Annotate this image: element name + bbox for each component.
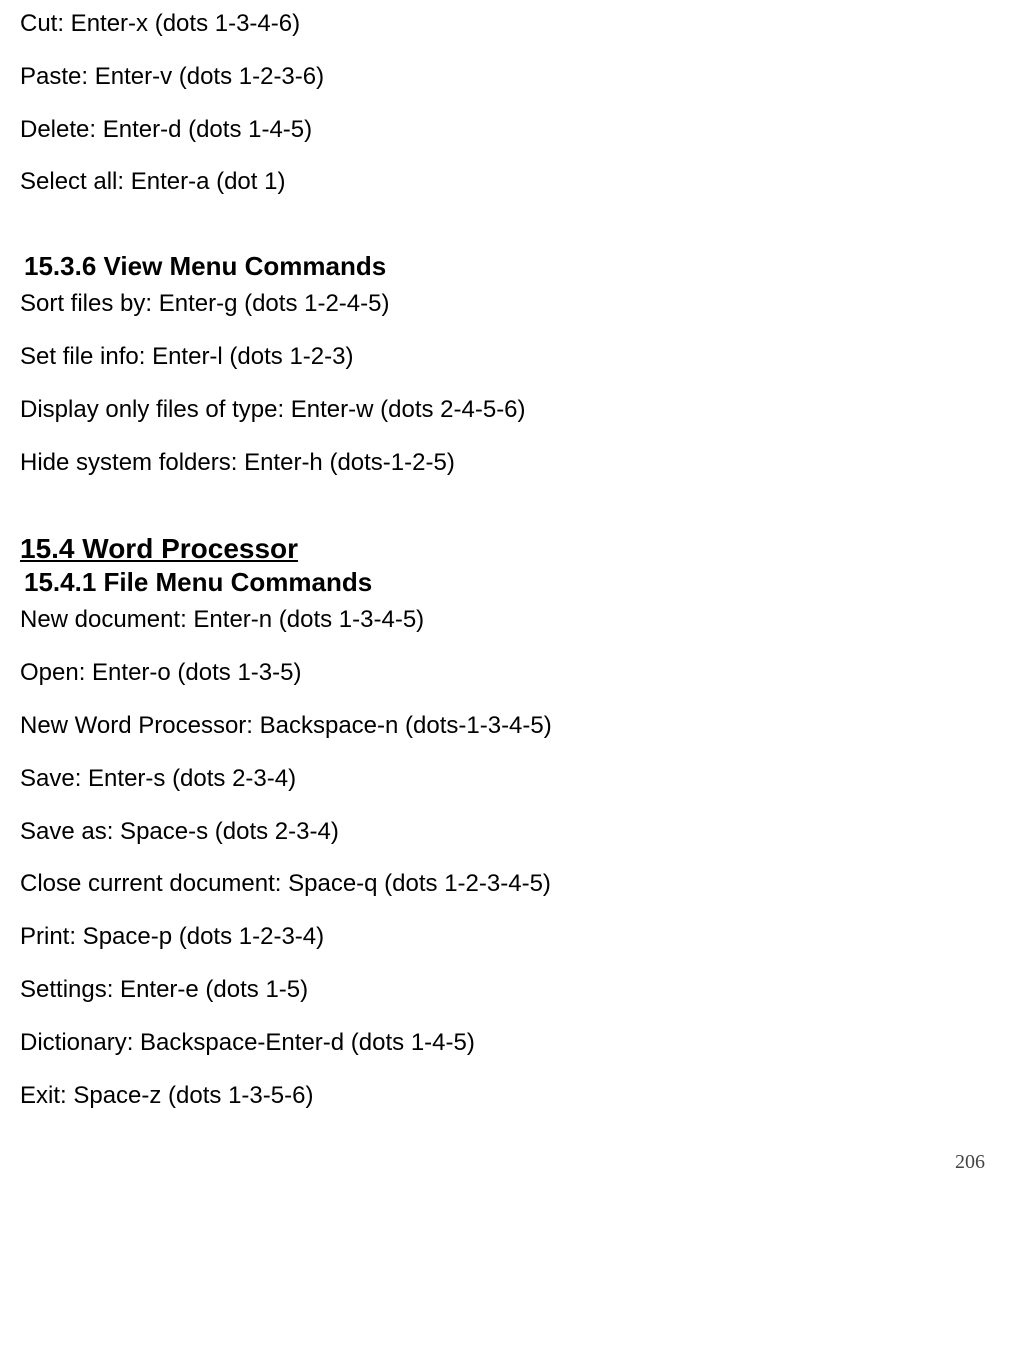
command-line: Close current document: Space-q (dots 1-… [20, 870, 989, 899]
command-line: Display only files of type: Enter-w (dot… [20, 396, 989, 425]
command-line: Delete: Enter-d (dots 1-4-5) [20, 116, 989, 145]
command-line: New Word Processor: Backspace-n (dots-1-… [20, 712, 989, 741]
command-line: Cut: Enter-x (dots 1-3-4-6) [20, 10, 989, 39]
command-line: New document: Enter-n (dots 1-3-4-5) [20, 606, 989, 635]
command-line: Exit: Space-z (dots 1-3-5-6) [20, 1082, 989, 1111]
command-line: Sort files by: Enter-g (dots 1-2-4-5) [20, 290, 989, 319]
command-line: Print: Space-p (dots 1-2-3-4) [20, 923, 989, 952]
command-line: Set file info: Enter-l (dots 1-2-3) [20, 343, 989, 372]
command-line: Hide system folders: Enter-h (dots-1-2-5… [20, 449, 989, 478]
heading-view-menu: 15.3.6 View Menu Commands [24, 251, 989, 282]
command-line: Paste: Enter-v (dots 1-2-3-6) [20, 63, 989, 92]
command-line: Dictionary: Backspace-Enter-d (dots 1-4-… [20, 1029, 989, 1058]
command-line: Open: Enter-o (dots 1-3-5) [20, 659, 989, 688]
heading-word-processor: 15.4 Word Processor [20, 532, 989, 566]
page-number: 206 [20, 1150, 989, 1174]
command-line: Settings: Enter-e (dots 1-5) [20, 976, 989, 1005]
heading-file-menu: 15.4.1 File Menu Commands [24, 567, 989, 598]
command-line: Select all: Enter-a (dot 1) [20, 168, 989, 197]
command-line: Save: Enter-s (dots 2-3-4) [20, 765, 989, 794]
command-line: Save as: Space-s (dots 2-3-4) [20, 818, 989, 847]
